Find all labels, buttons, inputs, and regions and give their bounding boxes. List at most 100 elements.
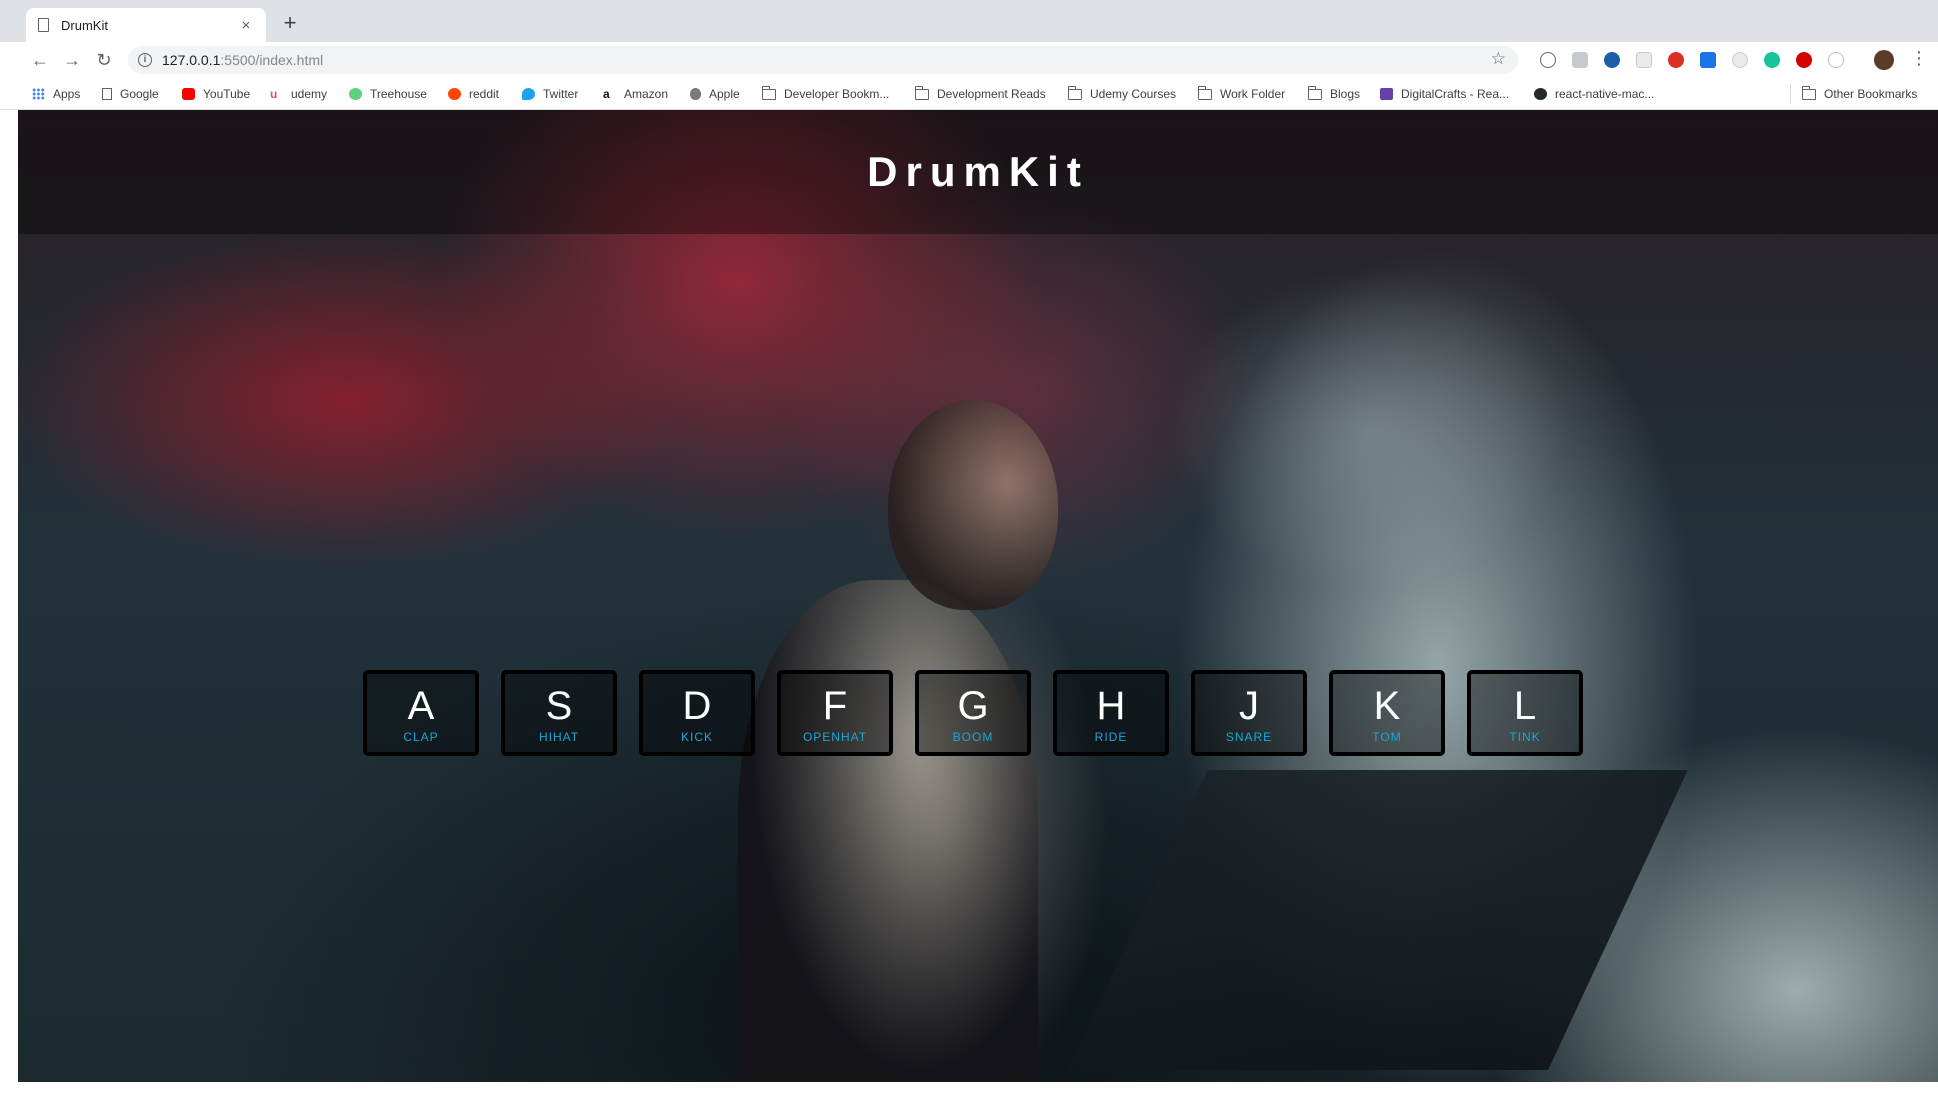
search-extension-icon[interactable]	[1604, 52, 1620, 68]
key-letter: J	[1239, 684, 1259, 728]
key-sound: RIDE	[1094, 730, 1128, 744]
bookmark-folder-udemy-courses[interactable]: Udemy Courses	[1067, 85, 1177, 102]
folder-icon	[1067, 85, 1082, 100]
twitter-icon	[522, 88, 535, 100]
reddit-icon	[448, 88, 461, 100]
bookmark-react-native[interactable]: react-native-mac...	[1534, 86, 1654, 102]
folder-icon	[914, 85, 929, 100]
drum-keys: A CLAP S HIHAT D KICK F OPENHAT G BOOM H…	[363, 670, 1583, 758]
apps-grid-icon	[32, 88, 45, 100]
bookmark-label: YouTube	[203, 87, 251, 101]
chat-extension-icon[interactable]	[1572, 52, 1588, 68]
url-text: 127.0.0.1:5500/index.html	[162, 52, 323, 68]
bookmark-star-icon[interactable]: ☆	[1491, 49, 1506, 69]
back-arrow-icon[interactable]: ←	[28, 48, 52, 72]
profile-avatar[interactable]	[1874, 50, 1894, 70]
bookmark-label: Development Reads	[937, 87, 1046, 101]
s-extension-icon[interactable]	[1700, 52, 1716, 68]
bookmark-label: reddit	[469, 87, 500, 101]
youtube-icon	[182, 88, 195, 100]
bookmark-label: DigitalCrafts - Rea...	[1401, 87, 1510, 101]
bookmark-udemy[interactable]: u udemy	[270, 86, 327, 102]
drum-key-l[interactable]: L TINK	[1467, 670, 1583, 756]
bookmark-folder-development-reads[interactable]: Development Reads	[914, 85, 1046, 102]
bookmark-label: Blogs	[1330, 87, 1361, 101]
address-bar[interactable]: i 127.0.0.1:5500/index.html ☆	[128, 46, 1518, 74]
page-title: DrumKit	[867, 148, 1089, 195]
bookmark-folder-developer[interactable]: Developer Bookm...	[761, 85, 890, 102]
folder-icon	[1307, 85, 1322, 100]
blank-extension-icon[interactable]	[1636, 52, 1652, 68]
url-host: 127.0.0.1	[162, 52, 221, 68]
drum-key-a[interactable]: A CLAP	[363, 670, 479, 756]
key-letter: H	[1096, 684, 1126, 728]
key-letter: F	[822, 684, 848, 728]
browser-window: DrumKit × + ← → ↻ i 127.0.0.1:5500/index…	[0, 0, 1938, 1102]
new-tab-button[interactable]: +	[278, 12, 302, 36]
red-extension-icon[interactable]	[1668, 52, 1684, 68]
grammarly-icon[interactable]	[1764, 52, 1780, 68]
bookmark-label: Developer Bookm...	[784, 87, 890, 101]
background-figure-head	[888, 400, 1058, 610]
twitch-icon	[1380, 88, 1393, 100]
adblock-icon[interactable]	[1796, 52, 1812, 68]
bookmark-apps[interactable]: Apps	[32, 86, 80, 102]
bookmark-folder-work[interactable]: Work Folder	[1197, 85, 1286, 102]
bookmark-amazon[interactable]: a Amazon	[603, 86, 668, 102]
bookmark-label: Work Folder	[1220, 87, 1286, 101]
background-laptop	[1068, 770, 1688, 1070]
key-letter: L	[1513, 684, 1537, 728]
bookmark-label: Apple	[709, 87, 740, 101]
drum-key-s[interactable]: S HIHAT	[501, 670, 617, 756]
drum-key-k[interactable]: K TOM	[1329, 670, 1445, 756]
drum-key-d[interactable]: D KICK	[639, 670, 755, 756]
page-viewport: DrumKit A CLAP S HIHAT D KICK F OPENHAT …	[18, 110, 1938, 1082]
background-figure-body	[738, 580, 1038, 1082]
key-sound: TOM	[1372, 730, 1402, 744]
drum-key-h[interactable]: H RIDE	[1053, 670, 1169, 756]
key-sound: OPENHAT	[802, 730, 868, 744]
url-path: :5500/index.html	[220, 52, 324, 68]
key-letter: S	[545, 684, 573, 728]
key-sound: HIHAT	[538, 730, 580, 744]
bookmark-label: react-native-mac...	[1555, 87, 1655, 101]
grey-extension-icon[interactable]	[1732, 52, 1748, 68]
circle-extension-icon[interactable]	[1828, 52, 1844, 68]
bookmark-apple[interactable]: Apple	[690, 86, 740, 102]
bookmark-other-bookmarks[interactable]: Other Bookmarks	[1801, 85, 1917, 102]
key-letter: K	[1373, 684, 1401, 728]
drum-key-g[interactable]: G BOOM	[915, 670, 1031, 756]
forward-arrow-icon[interactable]: →	[60, 48, 84, 72]
bookmarks-bar: Apps Google YouTube u udemy Treehouse re…	[0, 78, 1938, 110]
page-icon	[38, 18, 49, 32]
bookmark-label: Udemy Courses	[1090, 87, 1177, 101]
reload-icon[interactable]: ↻	[92, 48, 116, 72]
toolbar: ← → ↻ i 127.0.0.1:5500/index.html ☆ ⋮	[0, 42, 1938, 78]
bookmark-label: Apps	[53, 87, 81, 101]
bookmark-google[interactable]: Google	[102, 86, 159, 102]
menu-dots-icon[interactable]: ⋮	[1910, 48, 1928, 69]
site-info-icon[interactable]: i	[138, 53, 152, 67]
treehouse-icon	[349, 88, 362, 100]
amazon-icon: a	[603, 87, 610, 101]
tab-drumkit[interactable]: DrumKit ×	[26, 8, 266, 42]
bookmark-folder-blogs[interactable]: Blogs	[1307, 85, 1361, 102]
apple-icon	[690, 88, 701, 100]
bookmark-label: Treehouse	[370, 87, 427, 101]
bookmark-label: Twitter	[543, 87, 579, 101]
bookmark-digitalcrafts[interactable]: DigitalCrafts - Rea...	[1380, 86, 1509, 102]
bookmarks-divider	[1790, 84, 1791, 104]
bookmark-twitter[interactable]: Twitter	[522, 86, 578, 102]
bookmark-treehouse[interactable]: Treehouse	[349, 86, 427, 102]
github-icon	[1534, 88, 1547, 100]
close-tab-icon[interactable]: ×	[238, 17, 254, 34]
drum-key-j[interactable]: J SNARE	[1191, 670, 1307, 756]
folder-icon	[1197, 85, 1212, 100]
key-sound: KICK	[680, 730, 713, 744]
bookmark-reddit[interactable]: reddit	[448, 86, 499, 102]
folder-icon	[1801, 85, 1816, 100]
info-extension-icon[interactable]	[1540, 52, 1556, 68]
bookmark-youtube[interactable]: YouTube	[182, 86, 250, 102]
window-bottom-edge	[0, 1082, 1938, 1102]
drum-key-f[interactable]: F OPENHAT	[777, 670, 893, 756]
